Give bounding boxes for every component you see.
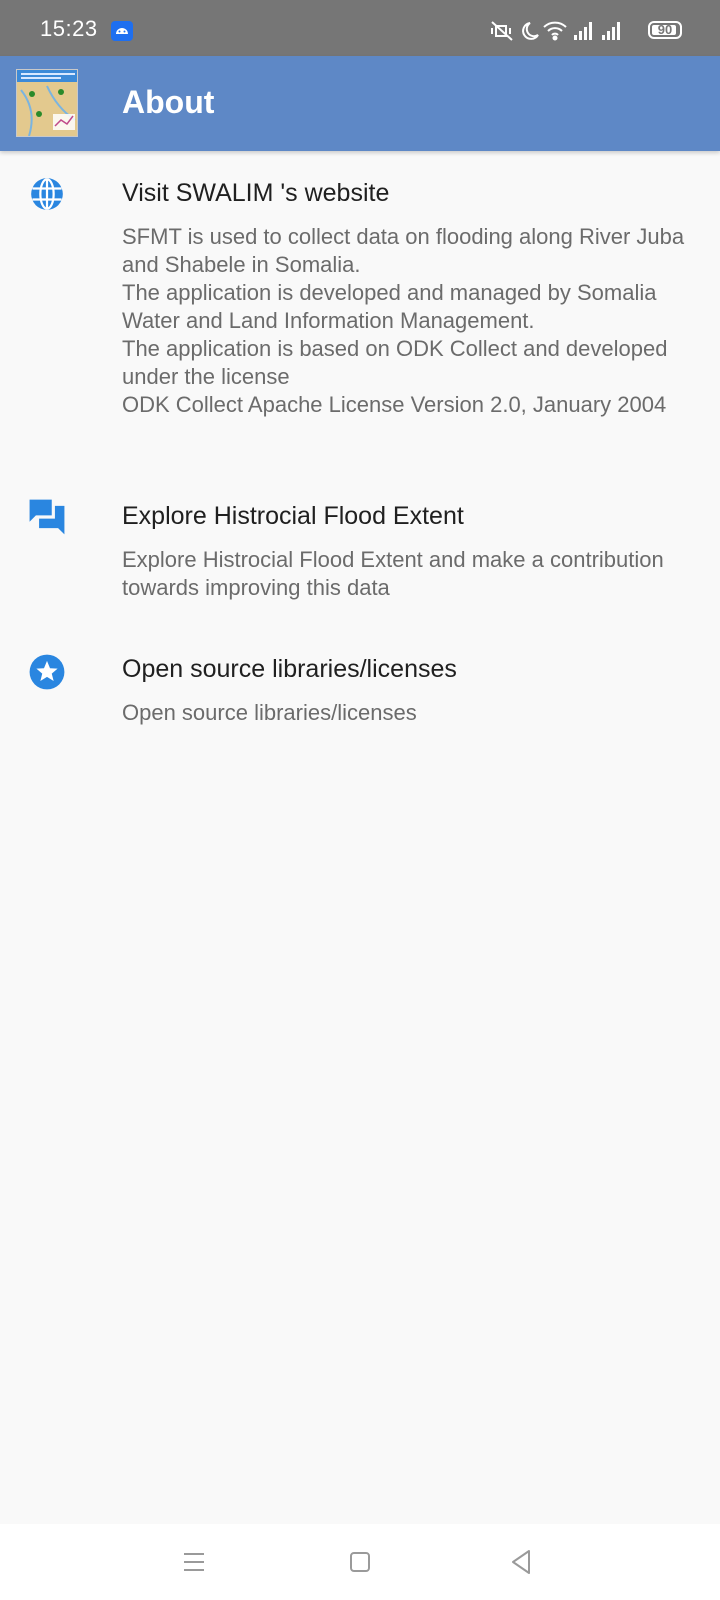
item-description: Explore Histrocial Flood Extent and make… bbox=[122, 547, 664, 600]
signal-icon bbox=[602, 22, 620, 40]
battery-level: 90 bbox=[657, 22, 673, 37]
forum-icon bbox=[28, 498, 66, 536]
home-icon[interactable] bbox=[340, 1546, 380, 1578]
app-logo bbox=[16, 69, 78, 137]
status-time: 15:23 bbox=[40, 16, 98, 41]
moon-icon bbox=[522, 22, 539, 40]
list-item-licenses[interactable]: Open source libraries/licenses Open sour… bbox=[0, 651, 720, 741]
menu-icon[interactable] bbox=[174, 1546, 214, 1578]
item-description: Open source libraries/licenses bbox=[122, 700, 417, 725]
signal-icon bbox=[574, 22, 592, 40]
app-bar: About bbox=[0, 56, 720, 151]
item-title: Visit SWALIM 's website bbox=[122, 179, 390, 207]
list-item-website[interactable]: Visit SWALIM 's website SFMT is used to … bbox=[0, 173, 720, 473]
android-icon bbox=[111, 21, 133, 41]
item-title: Open source libraries/licenses bbox=[122, 655, 457, 683]
item-title: Explore Histrocial Flood Extent bbox=[122, 502, 464, 530]
back-icon[interactable] bbox=[502, 1546, 542, 1578]
globe-icon bbox=[28, 175, 66, 213]
status-icons bbox=[490, 18, 640, 42]
system-nav-bar bbox=[0, 1524, 720, 1600]
mute-vibrate-icon bbox=[491, 21, 513, 41]
battery-icon: 90 bbox=[648, 21, 682, 39]
page-title: About bbox=[122, 84, 215, 120]
item-description: SFMT is used to collect data on flooding… bbox=[122, 224, 685, 417]
wifi-icon bbox=[543, 21, 567, 41]
star-badge-icon bbox=[28, 653, 66, 691]
list-item-flood-extent[interactable]: Explore Histrocial Flood Extent Explore … bbox=[0, 496, 720, 616]
status-bar: 15:23 90 bbox=[0, 0, 720, 56]
